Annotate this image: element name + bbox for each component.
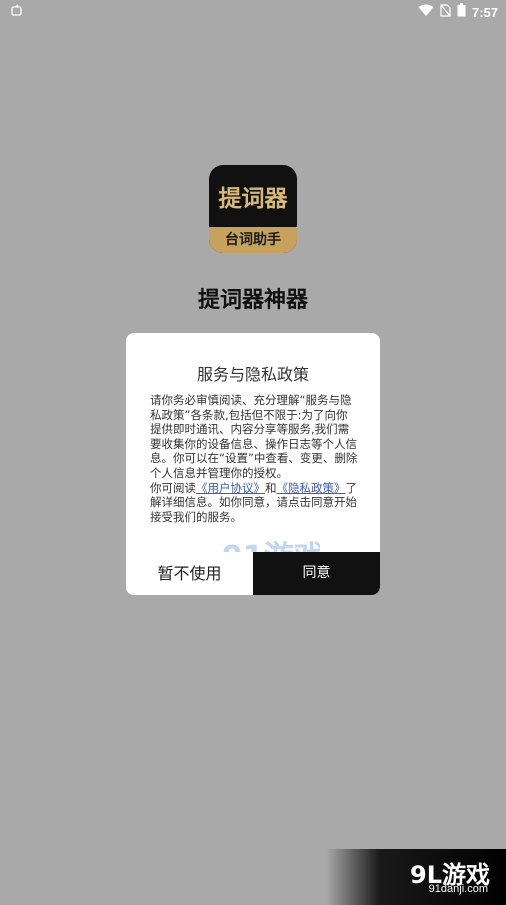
battery-icon (457, 3, 466, 21)
watermark-sub: 91danji.com (428, 883, 488, 895)
status-time: 7:57 (471, 4, 498, 20)
notification-icon (10, 4, 24, 18)
decline-button[interactable]: 暂不使用 (126, 552, 253, 595)
status-bar: 7:57 (0, 0, 506, 24)
app-logo-subtitle: 台词助手 (209, 227, 297, 253)
privacy-policy-link[interactable]: 《隐私政策》 (277, 481, 346, 495)
dialog-paragraph-1: 请你务必审慎阅读、充分理解“服务与隐私政策”各条款,包括但不限于:为了向你提供即… (150, 393, 358, 480)
app-name: 提词器神器 (197, 288, 308, 313)
agree-button[interactable]: 同意 (253, 552, 380, 595)
dialog-paragraph-2: 你可阅读《用户协议》和《隐私政策》了解详细信息。如你同意，请点击同意开始接受我们… (150, 481, 358, 525)
corner-watermark: 9L游戏 91danji.com (326, 849, 506, 905)
no-sim-icon (440, 3, 451, 21)
read-prefix: 你可阅读 (150, 480, 196, 495)
app-logo: 提词器 台词助手 (209, 165, 297, 253)
wifi-icon (418, 4, 434, 21)
dialog-title: 服务与隐私政策 (196, 365, 309, 384)
app-logo-title: 提词器 (218, 186, 288, 212)
dialog-body: 请你务必审慎阅读、充分理解“服务与隐私政策”各条款,包括但不限于:为了向你提供即… (150, 393, 358, 524)
privacy-dialog: 服务与隐私政策 请你务必审慎阅读、充分理解“服务与隐私政策”各条款,包括但不限于… (126, 333, 380, 595)
and-text: 和 (265, 480, 277, 495)
user-agreement-link[interactable]: 《用户协议》 (196, 481, 265, 495)
